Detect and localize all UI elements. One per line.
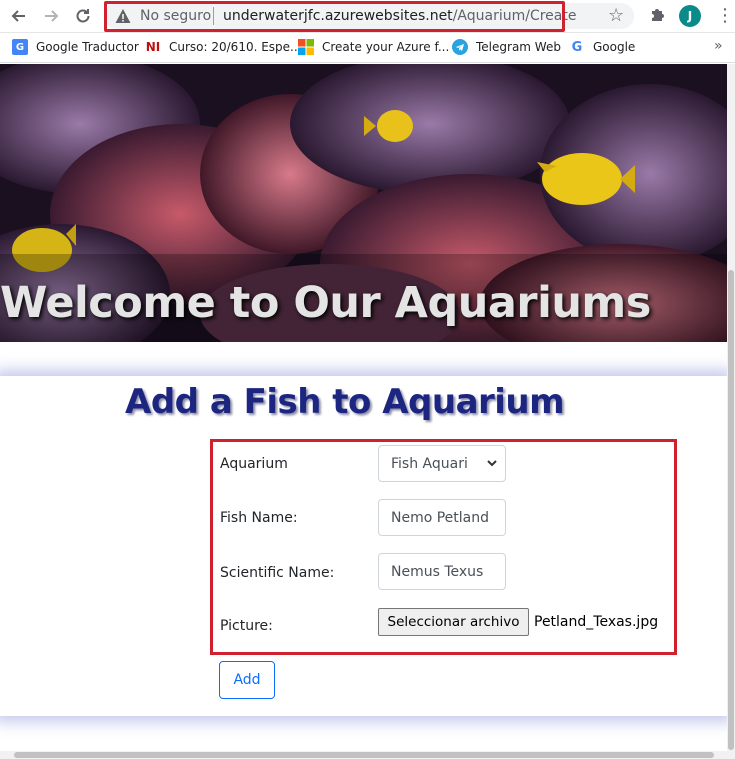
- bookmark-label: Telegram Web: [476, 40, 561, 54]
- bookmark-telegram[interactable]: Telegram Web: [452, 39, 561, 55]
- scientific-name-input[interactable]: Nemus Texus: [378, 553, 506, 590]
- bookmark-azure[interactable]: Create your Azure f...: [298, 39, 449, 55]
- bookmark-label: Google Traductor: [36, 40, 139, 54]
- chevron-down-icon: [487, 460, 497, 467]
- scientific-name-label: Scientific Name:: [220, 565, 335, 581]
- reload-icon[interactable]: [72, 5, 94, 27]
- url-highlight-box: [104, 1, 565, 32]
- forward-icon[interactable]: [40, 5, 62, 27]
- fish-name-label: Fish Name:: [220, 510, 298, 526]
- selected-file-name: Petland_Texas.jpg: [534, 614, 659, 630]
- page-title: Add a Fish to Aquarium: [125, 382, 565, 422]
- fish-name-input[interactable]: Nemo Petland: [378, 499, 506, 536]
- banner-image: Welcome to Our Aquariums: [0, 64, 727, 342]
- choose-file-button[interactable]: Seleccionar archivo: [378, 608, 529, 636]
- profile-avatar[interactable]: J: [679, 5, 701, 27]
- bookmark-star-icon[interactable]: ☆: [608, 5, 624, 26]
- bookmarks-bar: G Google Traductor NI Curso: 20/610. Esp…: [0, 33, 735, 63]
- bookmarks-overflow-icon[interactable]: »: [714, 38, 723, 54]
- more-menu-icon[interactable]: ⋮: [716, 5, 734, 26]
- aquarium-select[interactable]: Fish Aquari: [378, 445, 506, 482]
- extensions-puzzle-icon[interactable]: [649, 5, 667, 27]
- telegram-icon: [452, 39, 468, 55]
- ni-logo-icon: NI: [145, 39, 161, 55]
- google-icon: G: [571, 39, 583, 55]
- banner-title: Welcome to Our Aquariums: [0, 278, 651, 328]
- microsoft-logo-icon: [298, 39, 314, 55]
- fish-name-value: Nemo Petland: [391, 509, 490, 526]
- picture-label: Picture:: [220, 618, 273, 634]
- bookmark-label: Google: [593, 40, 636, 54]
- bookmark-label: Curso: 20/610. Espe...: [169, 40, 302, 54]
- add-button[interactable]: Add: [219, 661, 275, 699]
- scientific-name-value: Nemus Texus: [391, 563, 484, 580]
- back-icon[interactable]: [8, 5, 30, 27]
- vertical-scrollbar-thumb[interactable]: [728, 270, 734, 750]
- aquarium-select-value: Fish Aquari: [391, 455, 468, 472]
- browser-toolbar: No seguro underwaterjfc.azurewebsites.ne…: [0, 0, 735, 33]
- horizontal-scrollbar-thumb[interactable]: [14, 752, 714, 758]
- google-translate-icon: G: [12, 39, 28, 55]
- aquarium-label: Aquarium: [220, 456, 288, 472]
- bookmark-google-translate[interactable]: G Google Traductor: [12, 39, 139, 55]
- bookmark-label: Create your Azure f...: [322, 40, 450, 54]
- bookmark-curso[interactable]: NI Curso: 20/610. Espe...: [145, 39, 302, 55]
- bookmark-google[interactable]: G Google: [569, 39, 636, 55]
